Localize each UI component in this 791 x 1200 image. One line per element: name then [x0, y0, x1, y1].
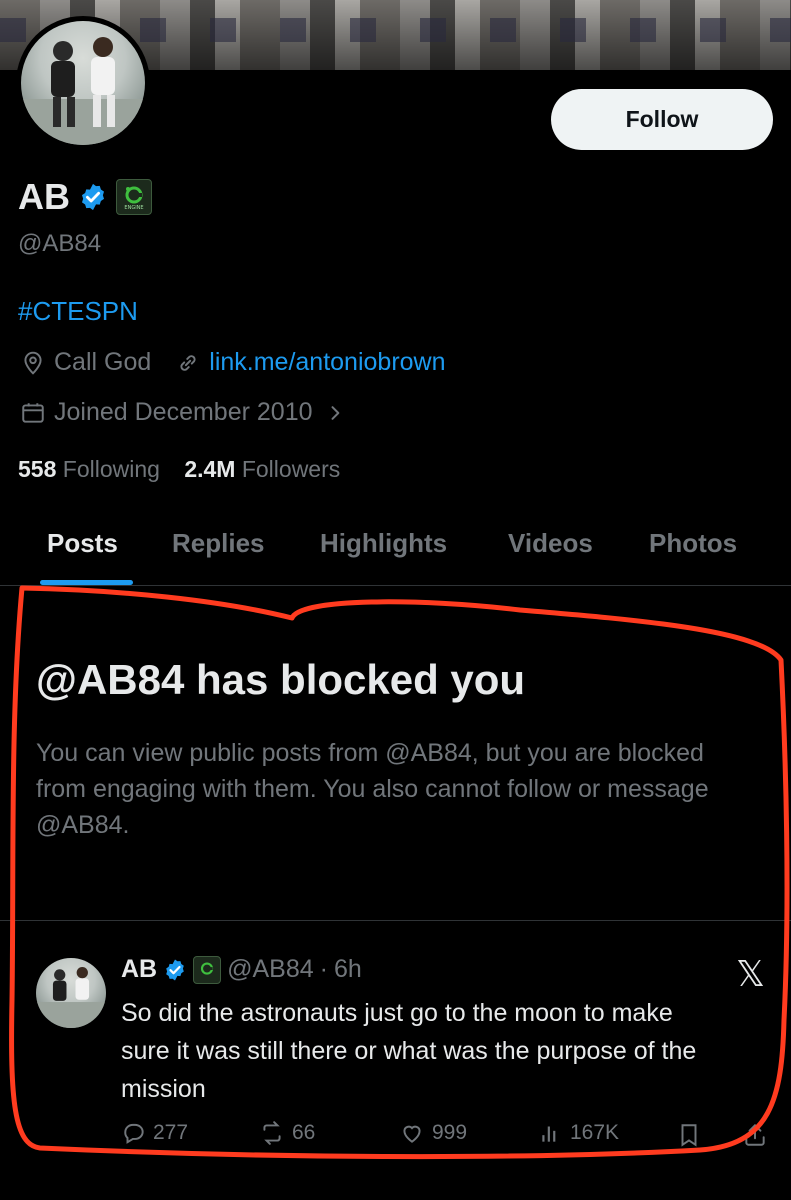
- following-stat[interactable]: 558 Following: [18, 456, 160, 482]
- badge-text: ENGINE: [124, 205, 143, 211]
- profile-name-row: AB ENGINE: [18, 176, 152, 218]
- followers-stat[interactable]: 2.4M Followers: [184, 456, 340, 482]
- reply-action[interactable]: 277: [121, 1120, 188, 1146]
- profile-location: Call God: [54, 348, 152, 376]
- heart-icon: [403, 1125, 421, 1143]
- tab-replies[interactable]: Replies: [172, 528, 265, 559]
- tabs-divider: [0, 585, 791, 586]
- bio-hashtag-link[interactable]: #CTESPN: [18, 296, 138, 327]
- post-actions: 277 66 999 167K: [0, 1120, 791, 1156]
- blocked-title: @AB84 has blocked you: [36, 656, 526, 703]
- affiliate-badge-icon: [193, 955, 222, 984]
- affiliate-badge-icon[interactable]: ENGINE: [116, 179, 152, 215]
- link-icon: [180, 354, 196, 371]
- reply-icon: [124, 1123, 144, 1144]
- joined-date: Joined December 2010: [54, 398, 313, 426]
- post-header: AB @AB84 · 6h: [121, 955, 362, 984]
- tab-videos[interactable]: Videos: [508, 528, 593, 559]
- bookmark-icon[interactable]: [676, 1122, 702, 1148]
- repost-action[interactable]: 66: [258, 1120, 315, 1146]
- chevron-right-icon: [331, 405, 339, 420]
- repost-icon: [263, 1121, 281, 1145]
- post-author-handle[interactable]: @AB84: [227, 955, 314, 984]
- verified-badge-icon[interactable]: [78, 182, 108, 212]
- x-logo-icon: 𝕏: [736, 954, 766, 995]
- profile-avatar[interactable]: [16, 16, 150, 150]
- views-count: 167K: [570, 1121, 620, 1144]
- like-count: 999: [432, 1121, 468, 1144]
- calendar-icon: [22, 402, 44, 423]
- reply-count: 277: [153, 1121, 189, 1144]
- like-action[interactable]: 999: [398, 1120, 467, 1146]
- repost-count: 66: [292, 1121, 316, 1144]
- location-pin-icon: [24, 351, 42, 375]
- avatar-image: [21, 21, 145, 145]
- follow-button[interactable]: Follow: [551, 89, 773, 150]
- profile-tabs: Posts Replies Highlights Videos Photos: [0, 520, 791, 582]
- profile-website-link[interactable]: link.me/antoniobrown: [209, 348, 445, 377]
- views-action[interactable]: 167K: [538, 1120, 619, 1146]
- tab-posts[interactable]: Posts: [47, 528, 118, 559]
- tab-highlights[interactable]: Highlights: [320, 528, 447, 559]
- followers-label: Followers: [241, 456, 341, 482]
- followers-count: 2.4M: [184, 456, 236, 482]
- post-text[interactable]: So did the astronauts just go to the moo…: [121, 994, 721, 1108]
- following-label: Following: [62, 456, 160, 482]
- post-avatar[interactable]: [36, 958, 106, 1028]
- profile-meta-row: Call God link.me/antoniobrown: [20, 348, 446, 377]
- engine-logo-icon: ENGINE: [124, 186, 144, 211]
- share-icon[interactable]: [742, 1122, 768, 1148]
- following-count: 558: [18, 456, 57, 482]
- post-divider: [0, 920, 791, 921]
- follow-stats: 558 Following 2.4M Followers: [18, 456, 340, 483]
- profile-handle: @AB84: [18, 230, 102, 257]
- verified-badge-icon: [166, 959, 184, 980]
- post-author-name[interactable]: AB: [121, 955, 157, 984]
- blocked-message: You can view public posts from @AB84, bu…: [36, 739, 709, 839]
- post-time[interactable]: 6h: [334, 955, 362, 984]
- post-separator: ·: [319, 955, 328, 983]
- profile-name: AB: [18, 176, 70, 217]
- joined-row[interactable]: Joined December 2010: [20, 398, 345, 427]
- tab-photos[interactable]: Photos: [649, 528, 737, 559]
- views-chart-icon: [542, 1126, 556, 1142]
